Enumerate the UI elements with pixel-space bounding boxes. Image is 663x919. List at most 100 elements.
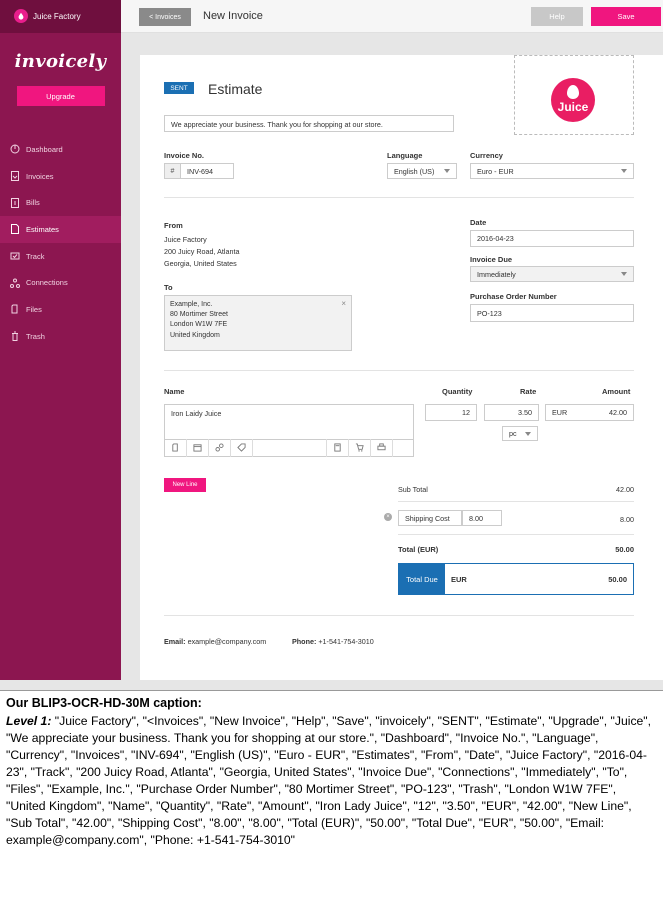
email-value[interactable]: example@company.com <box>188 637 267 646</box>
amount-currency: EUR <box>552 408 568 417</box>
invoice-due-select[interactable]: Immediately <box>470 266 634 282</box>
sidebar-item-label: Files <box>26 304 42 314</box>
date-label: Date <box>470 218 487 227</box>
divider <box>164 370 634 371</box>
total-label: Total (EUR) <box>398 545 439 554</box>
item-toolbar <box>164 438 414 457</box>
invoice-no-input[interactable]: # INV-694 <box>164 163 234 179</box>
language-value: English (US) <box>394 166 435 176</box>
sidebar-item-label: Dashboard <box>26 144 63 154</box>
rate-input[interactable]: 3.50 <box>484 404 539 421</box>
currency-value: Euro - EUR <box>477 166 514 176</box>
sidebar-item-connections[interactable]: Connections <box>0 269 121 296</box>
company-logo: Juice <box>551 78 595 122</box>
estimate-icon <box>11 224 19 235</box>
total-due-label: Total Due <box>399 564 445 594</box>
sidebar-item-files[interactable]: Files <box>0 296 121 323</box>
close-icon[interactable]: × <box>341 299 346 308</box>
track-icon <box>10 252 20 260</box>
chevron-down-icon <box>621 272 627 276</box>
divider <box>164 615 634 616</box>
juice-drop-icon <box>567 85 579 99</box>
total-due-body: EUR 50.00 <box>445 564 633 594</box>
po-number-input[interactable]: PO-123 <box>470 304 634 322</box>
new-line-button[interactable]: New Line <box>164 478 206 492</box>
phone-value: +1-541-754-3010 <box>318 637 374 646</box>
to-address-box[interactable]: Example, Inc. 80 Mortimer Street London … <box>164 295 352 351</box>
logo-upload-area[interactable]: Juice <box>514 55 634 135</box>
sidebar-item-bills[interactable]: Bills <box>0 189 121 216</box>
invoice-due-label: Invoice Due <box>470 255 513 264</box>
total-due-value: 50.00 <box>608 574 627 584</box>
help-button[interactable]: Help <box>531 7 583 26</box>
unit-value: pc <box>509 429 517 438</box>
hash-prefix: # <box>165 164 181 178</box>
total-due-currency: EUR <box>451 574 467 584</box>
save-button[interactable]: Save <box>591 7 661 26</box>
toolbar-spacer <box>253 438 327 457</box>
invoice-icon <box>11 171 19 182</box>
back-to-invoices-button[interactable]: < Invoices <box>139 8 191 26</box>
remove-shipping-icon[interactable]: × <box>384 513 392 521</box>
sidebar-item-dashboard[interactable]: Dashboard <box>0 136 121 163</box>
column-header-name: Name <box>164 387 185 396</box>
attach-icon[interactable] <box>165 438 187 457</box>
sidebar: Juice Factory invoicely Upgrade Dashboar… <box>0 0 121 680</box>
brand-logo-icon <box>14 9 28 23</box>
sub-total-value: 42.00 <box>616 485 634 494</box>
app-logo: invoicely <box>14 51 107 72</box>
divider <box>164 197 634 198</box>
print-icon[interactable] <box>371 438 393 457</box>
invoice-no-value: INV-694 <box>187 166 213 176</box>
invoice-no-label: Invoice No. <box>164 151 205 160</box>
quantity-input[interactable]: 12 <box>425 404 477 421</box>
calendar-icon[interactable] <box>187 438 209 457</box>
sidebar-item-invoices[interactable]: Invoices <box>0 163 121 190</box>
total-due-box: Total Due EUR 50.00 <box>398 563 634 595</box>
unit-select[interactable]: pc <box>502 426 538 441</box>
to-line: 80 Mortimer Street <box>170 311 228 319</box>
caption-text: "Juice Factory", "<Invoices", "New Invoi… <box>6 714 652 847</box>
chevron-down-icon <box>444 169 450 173</box>
sidebar-item-trash[interactable]: Trash <box>0 323 121 350</box>
from-address-line2: Georgia, United States <box>164 259 237 268</box>
phone-label: Phone: <box>292 637 317 646</box>
to-line: London W1W 7FE <box>170 321 228 329</box>
sidebar-nav: Dashboard Invoices Bills Estimates Track… <box>0 136 121 350</box>
shipping-cost-label-input[interactable]: Shipping Cost <box>398 510 462 526</box>
top-bar: < Invoices New Invoice Help Save <box>121 0 663 33</box>
shipping-cost-value: 8.00 <box>620 515 634 524</box>
link-icon[interactable] <box>209 438 231 457</box>
shipping-cost-input[interactable]: 8.00 <box>462 510 502 526</box>
caption-heading: Our BLIP3-OCR-HD-30M caption: <box>6 696 202 710</box>
language-label: Language <box>387 151 423 160</box>
to-line: Example, Inc. <box>170 301 213 308</box>
language-select[interactable]: English (US) <box>387 163 457 179</box>
brand-bar[interactable]: Juice Factory <box>0 0 121 33</box>
date-input[interactable]: 2016-04-23 <box>470 230 634 247</box>
column-header-amount: Amount <box>602 387 631 396</box>
currency-select[interactable]: Euro - EUR <box>470 163 634 179</box>
footer-phone: Phone: +1-541-754-3010 <box>292 637 374 646</box>
sidebar-item-label: Track <box>26 251 45 261</box>
logo-text: Juice <box>557 100 589 114</box>
app-window: Juice Factory invoicely Upgrade Dashboar… <box>0 0 663 690</box>
connections-icon <box>10 278 20 288</box>
tag-icon[interactable] <box>231 438 253 457</box>
sidebar-item-track[interactable]: Track <box>0 243 121 270</box>
total-value: 50.00 <box>615 545 634 554</box>
invoice-note-input[interactable]: We appreciate your business. Thank you f… <box>164 115 454 132</box>
chevron-down-icon <box>621 169 627 173</box>
status-badge: SENT <box>164 82 194 94</box>
column-header-rate: Rate <box>520 387 537 396</box>
calculator-icon[interactable] <box>327 438 349 457</box>
amount-field: EUR 42.00 <box>545 404 634 421</box>
cart-icon[interactable] <box>349 438 371 457</box>
upgrade-button[interactable]: Upgrade <box>16 86 105 106</box>
email-label: Email: <box>164 637 186 646</box>
item-name-input[interactable]: Iron Laidy Juice <box>164 404 414 440</box>
sidebar-item-estimates[interactable]: Estimates <box>0 216 121 243</box>
bill-icon <box>11 197 19 208</box>
caption-panel: Our BLIP3-OCR-HD-30M caption: Level 1: "… <box>0 690 663 919</box>
caption-body: Level 1: "Juice Factory", "<Invoices", "… <box>6 713 657 849</box>
